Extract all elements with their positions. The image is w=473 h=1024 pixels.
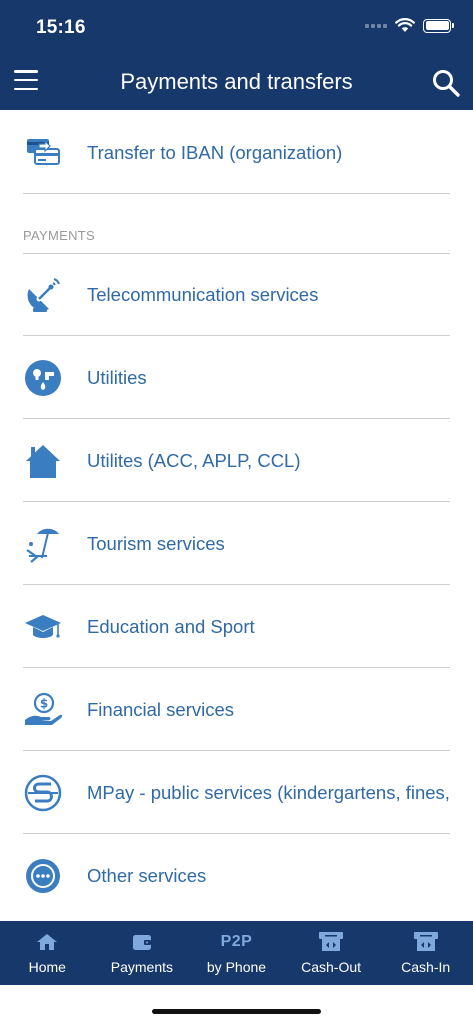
list-item-education[interactable]: Education and Sport	[23, 586, 450, 668]
list-item-label: Utilities	[87, 366, 147, 388]
app-header: 15:16 Payments and transfers	[0, 0, 473, 110]
list-item-label: Utilites (ACC, APLP, CCL)	[87, 449, 301, 471]
cash-in-icon	[413, 932, 438, 951]
status-indicators	[365, 18, 454, 33]
house-icon	[23, 441, 63, 481]
iban-transfer-icon	[23, 133, 63, 173]
tab-label: Home	[28, 959, 66, 975]
bottom-tab-bar: Home Payments P2P by Phone Cash-Out Cash…	[0, 921, 473, 985]
list-item-telecommunication[interactable]: Telecommunication services	[23, 254, 450, 336]
list-item-label: Telecommunication services	[87, 283, 319, 305]
p2p-icon: P2P	[220, 933, 253, 950]
battery-icon	[423, 18, 454, 33]
tab-label: Cash-Out	[301, 959, 362, 975]
section-header-payments: PAYMENTS	[23, 228, 450, 254]
list-item-label: MPay - public services (kindergartens, f…	[87, 781, 450, 803]
mpay-logo-icon	[23, 773, 63, 813]
tab-label: Cash-In	[401, 959, 451, 975]
list-item-mpay[interactable]: MPay - public services (kindergartens, f…	[23, 752, 450, 834]
tab-payments[interactable]: Payments	[95, 921, 190, 985]
list-item-tourism[interactable]: Tourism services	[23, 503, 450, 585]
list-item-label: Financial services	[87, 698, 235, 720]
cellular-signal-icon	[365, 23, 387, 28]
list-item-label: Education and Sport	[87, 615, 255, 637]
tab-cash-out[interactable]: Cash-Out	[284, 921, 379, 985]
graduation-cap-icon	[23, 607, 63, 647]
wallet-icon	[132, 935, 151, 950]
list-item-label: Tourism services	[87, 532, 225, 554]
svg-text:$: $	[40, 696, 48, 710]
list-item-transfer-iban[interactable]: Transfer to IBAN (organization)	[23, 112, 450, 194]
more-dots-icon	[23, 856, 63, 896]
tab-cash-in[interactable]: Cash-In	[378, 921, 473, 985]
beach-umbrella-icon	[23, 524, 63, 564]
home-icon	[37, 934, 58, 950]
search-icon[interactable]	[431, 68, 461, 98]
page-title: Payments and transfers	[120, 69, 353, 94]
hand-coin-icon: $	[23, 690, 63, 730]
list-item-utilities[interactable]: Utilities	[23, 337, 450, 419]
payments-list: Transfer to IBAN (organization) PAYMENTS…	[0, 110, 473, 920]
list-item-other[interactable]: Other services	[23, 835, 450, 917]
list-item-label: Other services	[87, 865, 207, 886]
tab-label: Payments	[110, 959, 174, 975]
home-indicator[interactable]	[152, 1009, 321, 1014]
satellite-dish-icon	[23, 275, 63, 315]
list-item-financial[interactable]: $ Financial services	[23, 669, 450, 751]
list-item-label: Transfer to IBAN (organization)	[87, 141, 343, 163]
tab-home[interactable]: Home	[0, 921, 95, 985]
tab-p2p-by-phone[interactable]: P2P by Phone	[189, 921, 284, 985]
wifi-icon	[395, 18, 415, 32]
status-time: 15:16	[36, 17, 86, 38]
utilities-icon	[23, 358, 63, 398]
list-item-utilities-acc[interactable]: Utilites (ACC, APLP, CCL)	[23, 420, 450, 502]
cash-out-icon	[319, 932, 344, 951]
tab-label: by Phone	[206, 959, 267, 975]
